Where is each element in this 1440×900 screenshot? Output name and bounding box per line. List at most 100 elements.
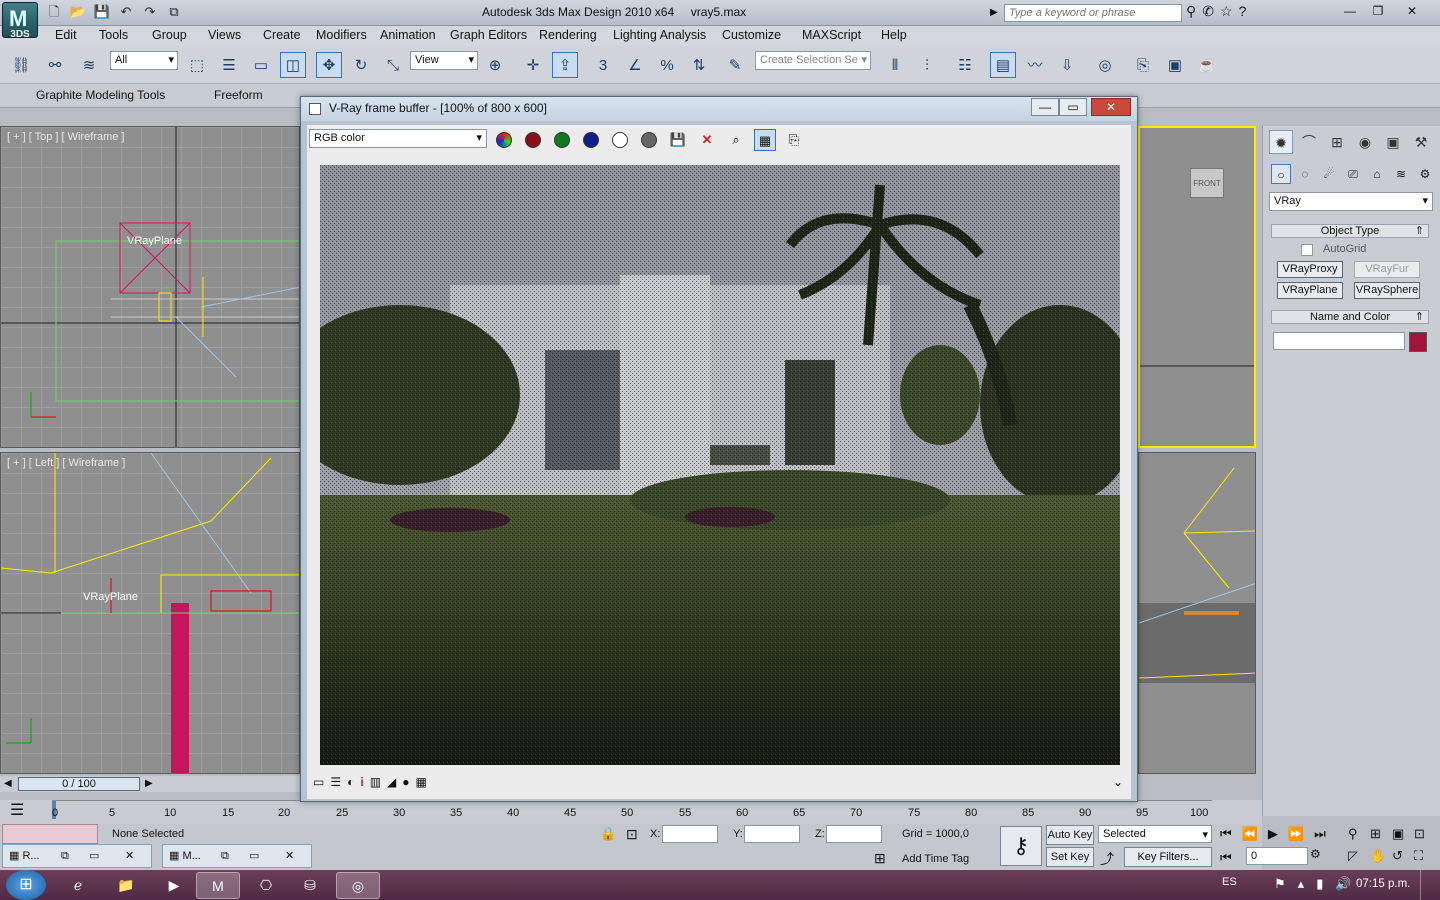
communication-center-icon[interactable]: ✆ xyxy=(1202,3,1214,20)
restore-icon[interactable]: ⧉ xyxy=(221,845,229,867)
alpha-channel-icon[interactable] xyxy=(609,129,631,151)
clear-image-icon[interactable]: ✕ xyxy=(696,129,718,151)
maxscript-listener-mini[interactable] xyxy=(2,824,98,844)
select-by-name-icon[interactable]: ☰ xyxy=(216,52,242,78)
key-filters-button[interactable]: Key Filters... xyxy=(1124,847,1212,867)
render-production-icon[interactable]: ☕ xyxy=(1194,52,1220,78)
network-icon[interactable]: ▮ xyxy=(1316,876,1323,892)
time-slider-right-arrow-icon[interactable]: ▶ xyxy=(145,778,153,789)
srgb-icon[interactable]: ▦ xyxy=(416,775,427,789)
pivot-center-icon[interactable]: ⊕ xyxy=(482,52,508,78)
mirror-icon[interactable]: ⫴ xyxy=(882,52,908,78)
auto-key-button[interactable]: Auto Key xyxy=(1046,825,1094,845)
app-menu-button[interactable]: M 3DS xyxy=(2,2,38,40)
percent-snap-icon[interactable]: % xyxy=(654,52,680,78)
menu-animation[interactable]: Animation xyxy=(380,28,436,42)
project-folder-icon[interactable]: ⧉ xyxy=(164,3,184,21)
duplicate-to-max-vfb-icon[interactable]: ⎘ xyxy=(783,129,805,151)
lights-icon[interactable]: ☄ xyxy=(1319,164,1339,184)
save-image-icon[interactable]: 💾 xyxy=(667,129,689,151)
next-frame-icon[interactable]: ⏩ xyxy=(1288,826,1304,842)
key-mode-toggle-icon[interactable]: ⏮ xyxy=(1220,850,1232,866)
select-scale-icon[interactable]: ⤡ xyxy=(380,52,406,78)
taskbar-media-player-icon[interactable]: ▶ xyxy=(152,872,196,899)
restore-icon[interactable]: ⧉ xyxy=(61,845,69,867)
space-warps-icon[interactable]: ≋ xyxy=(1391,164,1411,184)
spinner-snap-icon[interactable]: ⇅ xyxy=(686,52,712,78)
unlink-icon[interactable]: ⚯ xyxy=(42,52,68,78)
object-color-swatch[interactable] xyxy=(1409,332,1427,352)
clock[interactable]: 07:15 p.m. xyxy=(1356,878,1410,890)
graphite-toggle-icon[interactable]: ▤ xyxy=(990,52,1016,78)
viewport-left[interactable]: [ + ] [ Left ] [ Wireframe ] VRayPlane xyxy=(0,452,300,774)
minimized-window-render[interactable]: ▦ R... ⧉ ▭ ✕ xyxy=(2,844,152,868)
vraysphere-button[interactable]: VRaySphere xyxy=(1354,282,1420,299)
geometry-icon[interactable]: ○ xyxy=(1271,164,1291,184)
object-name-input[interactable] xyxy=(1273,332,1405,350)
vfb-close-button[interactable]: ✕ xyxy=(1091,98,1131,116)
expand-panel-icon[interactable]: ⌄ xyxy=(1113,775,1123,789)
select-rotate-icon[interactable]: ↻ xyxy=(348,52,374,78)
keyboard-shortcut-override-icon[interactable]: ⇪ xyxy=(552,52,578,78)
blue-channel-icon[interactable] xyxy=(580,129,602,151)
zoom-all-icon[interactable]: ⊞ xyxy=(1370,826,1392,842)
close-icon[interactable]: ✕ xyxy=(285,845,294,867)
window-crossing-icon[interactable]: ◫ xyxy=(280,52,306,78)
menu-maxscript[interactable]: MAXScript xyxy=(802,28,861,42)
menu-group[interactable]: Group xyxy=(152,28,187,42)
cameras-icon[interactable]: ⎚ xyxy=(1343,164,1363,184)
maximize-button[interactable]: ❐ xyxy=(1364,2,1392,20)
tab-graphite-modeling-tools[interactable]: Graphite Modeling Tools xyxy=(36,88,165,102)
menu-create[interactable]: Create xyxy=(263,28,301,42)
named-selection-sets-dropdown[interactable]: Create Selection Se xyxy=(755,51,871,70)
taskbar-network-app-icon[interactable]: ⛁ xyxy=(288,872,332,899)
search-expand-arrow-icon[interactable]: ▶ xyxy=(990,4,1002,22)
minimize-button[interactable]: — xyxy=(1336,2,1364,20)
zoom-icon[interactable]: ⚲ xyxy=(1348,826,1370,842)
go-to-start-icon[interactable]: ⏮ xyxy=(1220,826,1232,842)
render-setup-icon[interactable]: ⎘ xyxy=(1130,52,1156,78)
new-file-icon[interactable]: 🗋 xyxy=(44,3,64,21)
rectangle-selection-icon[interactable]: ▭ xyxy=(248,52,274,78)
green-channel-icon[interactable] xyxy=(551,129,573,151)
levels-icon[interactable]: ▥ xyxy=(370,775,381,789)
set-key-button[interactable]: Set Key xyxy=(1046,847,1094,867)
trackbar[interactable]: ☰ 0 5 10 15 20 25 30 35 40 45 50 55 60 6… xyxy=(0,800,1262,824)
name-and-color-rollout-header[interactable]: Name and Color ⇑ xyxy=(1271,310,1429,324)
undo-icon[interactable]: ↶ xyxy=(116,3,136,21)
minimized-window-material[interactable]: ▦ M... ⧉ ▭ ✕ xyxy=(162,844,312,868)
select-move-icon[interactable]: ✥ xyxy=(316,52,342,78)
key-mode-dropdown[interactable]: Selected ▾ xyxy=(1098,825,1212,843)
create-tab-icon[interactable]: ✹ xyxy=(1269,130,1293,154)
display-correction-icon[interactable]: ▭ xyxy=(313,775,324,789)
go-to-end-icon[interactable]: ⏭ xyxy=(1314,826,1326,842)
menu-lighting-analysis[interactable]: Lighting Analysis xyxy=(613,28,706,42)
info-icon[interactable]: i xyxy=(360,775,363,789)
curves-icon[interactable]: ◢ xyxy=(387,775,396,789)
angle-snap-icon[interactable]: ∠ xyxy=(622,52,648,78)
close-button[interactable]: ✕ xyxy=(1398,2,1426,20)
menu-views[interactable]: Views xyxy=(208,28,241,42)
curve-editor-icon[interactable]: 〰 xyxy=(1022,52,1048,78)
time-slider-left-arrow-icon[interactable]: ◀ xyxy=(4,778,12,789)
object-type-rollout-header[interactable]: Object Type ⇑ xyxy=(1271,224,1429,238)
geometry-type-dropdown[interactable]: VRay ▾ xyxy=(1269,192,1433,211)
selection-filter-dropdown[interactable]: All xyxy=(110,51,178,70)
color-lut-icon[interactable]: ◐ xyxy=(347,775,354,789)
help-icon[interactable]: ? xyxy=(1239,3,1247,20)
track-mouse-icon[interactable]: ⌕ xyxy=(725,129,747,151)
red-channel-icon[interactable] xyxy=(522,129,544,151)
vrayfur-button[interactable]: VRayFur xyxy=(1354,261,1420,278)
taskbar-explorer-icon[interactable]: 📁 xyxy=(104,872,148,899)
rgb-channel-icon[interactable] xyxy=(493,129,515,151)
menu-edit[interactable]: Edit xyxy=(55,28,77,42)
absolute-mode-icon[interactable]: ⊡ xyxy=(626,826,638,843)
save-file-icon[interactable]: 💾 xyxy=(92,3,112,21)
set-key-mode-icon[interactable]: ⚷ xyxy=(1000,826,1042,866)
volume-icon[interactable]: 🔊 xyxy=(1335,876,1351,892)
add-time-tag-label[interactable]: Add Time Tag xyxy=(902,853,969,865)
show-desktop-button[interactable] xyxy=(1420,870,1438,900)
edit-named-selection-icon[interactable]: ✎ xyxy=(722,52,748,78)
vfb-channel-dropdown[interactable]: RGB color ▾ xyxy=(309,129,487,148)
mono-channel-icon[interactable] xyxy=(638,129,660,151)
